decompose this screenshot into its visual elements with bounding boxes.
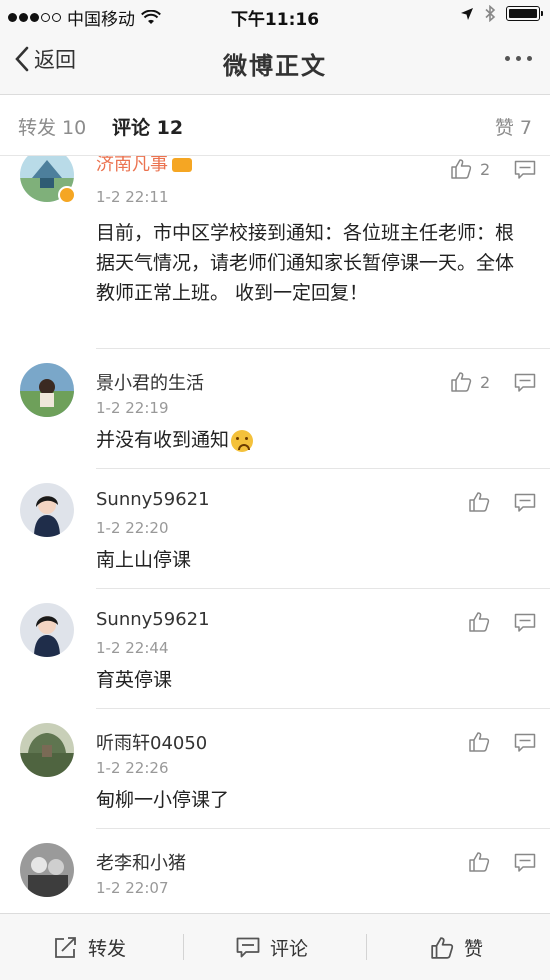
thumbs-up-icon	[469, 492, 490, 512]
comment-bubble-icon	[236, 937, 260, 957]
comment-like-button[interactable]	[468, 491, 490, 513]
comment-reply-button[interactable]	[514, 493, 536, 517]
thumbs-up-icon	[469, 732, 490, 752]
location-arrow-icon	[461, 7, 473, 20]
comment-time: 1-2 22:19	[96, 399, 169, 417]
comment-time: 1-2 22:44	[96, 639, 169, 657]
divider	[183, 934, 184, 960]
comment-author[interactable]: 听雨轩04050	[96, 729, 207, 755]
like-label: 赞	[464, 938, 484, 960]
comment-author[interactable]: 景小君的生活	[96, 369, 204, 395]
like-count: 2	[480, 159, 491, 179]
comment-author-name: 济南凡事	[96, 156, 168, 175]
verified-badge-icon	[58, 186, 76, 204]
tab-forward[interactable]: 转发 10	[18, 113, 86, 140]
comment-reply-button[interactable]	[514, 853, 536, 877]
comment-bubble-icon	[514, 493, 536, 512]
more-dot	[516, 56, 521, 61]
comment-reply-button[interactable]	[514, 733, 536, 757]
battery-icon	[506, 6, 543, 21]
comment-bubble-icon	[514, 733, 536, 752]
like-count: 2	[480, 372, 491, 392]
comment-bubble-icon	[514, 613, 536, 632]
more-dot	[527, 56, 532, 61]
comment-time: 1-2 22:20	[96, 519, 169, 537]
comment-list: 济南凡事 1-2 22:11 目前，市中区学校接到通知：各位班主任老师：根据天气…	[0, 156, 550, 913]
comment-author[interactable]: Sunny59621	[96, 609, 210, 630]
comment-author[interactable]: Sunny59621	[96, 489, 210, 510]
comment-like-button[interactable]	[468, 611, 490, 633]
tab-like[interactable]: 赞 7	[495, 113, 532, 140]
bottom-action-bar: 转发 评论 赞	[0, 913, 550, 980]
comment-bubble-icon	[514, 853, 536, 872]
avatar[interactable]	[20, 363, 74, 417]
comment-item: Sunny59621 1-2 22:20 南上山停课	[0, 469, 550, 589]
avatar[interactable]	[20, 843, 74, 897]
thumbs-up-icon	[469, 852, 490, 872]
avatar[interactable]	[20, 483, 74, 537]
comment-time: 1-2 22:11	[96, 188, 169, 206]
thumbs-up-icon	[431, 936, 454, 959]
status-bar: 中国移动 下午11:16	[0, 0, 550, 30]
nav-bar: 返回 微博正文	[0, 30, 550, 95]
avatar[interactable]	[20, 603, 74, 657]
tab-comment[interactable]: 评论 12	[112, 113, 183, 140]
comment-like-button[interactable]: 2	[450, 371, 490, 393]
comment-item: 景小君的生活 1-2 22:19 并没有收到通知 2	[0, 349, 550, 469]
avatar[interactable]	[20, 723, 74, 777]
like-button[interactable]: 赞	[430, 934, 483, 961]
comment-reply-button[interactable]	[514, 160, 536, 184]
comment-label: 评论	[270, 938, 309, 960]
comment-bubble-icon	[514, 160, 536, 179]
comment-item: 听雨轩04050 1-2 22:26 甸柳一小停课了	[0, 709, 550, 829]
comment-reply-button[interactable]	[514, 613, 536, 637]
comment-bubble-icon	[514, 373, 536, 392]
bluetooth-icon	[485, 5, 496, 22]
comment-author[interactable]: 老李和小猪	[96, 849, 186, 875]
comment-item: 老李和小猪 1-2 22:07	[0, 829, 550, 913]
comment-text: 南上山停课	[96, 549, 192, 571]
comment-text: 并没有收到通知	[96, 425, 520, 455]
comment-author[interactable]: 济南凡事	[96, 156, 192, 176]
comment-text-content: 并没有收到通知	[96, 429, 230, 451]
page-title: 微博正文	[223, 52, 327, 80]
comment-time: 1-2 22:07	[96, 879, 169, 897]
divider	[366, 934, 367, 960]
crying-face-icon	[231, 429, 254, 452]
thumbs-up-icon	[469, 612, 490, 632]
share-icon	[55, 936, 76, 958]
comment-item: Sunny59621 1-2 22:44 育英停课	[0, 589, 550, 709]
forward-button[interactable]: 转发	[54, 934, 126, 961]
comment-text: 甸柳一小停课了	[96, 789, 230, 811]
comment-like-button[interactable]	[468, 731, 490, 753]
thumbs-up-icon	[451, 372, 472, 392]
tab-bar: 转发 10 评论 12 赞 7	[0, 95, 550, 156]
comment-text: 目前，市中区学校接到通知：各位班主任老师：根据天气情况，请老师们通知家长暂停课一…	[96, 222, 515, 304]
fan-heart-icon	[172, 158, 192, 172]
comment-text: 育英停课	[96, 669, 173, 691]
comment-time: 1-2 22:26	[96, 759, 169, 777]
comment-button[interactable]: 评论	[236, 934, 308, 961]
thumbs-up-icon	[451, 159, 472, 179]
comment-like-button[interactable]: 2	[450, 158, 490, 180]
comment-reply-button[interactable]	[514, 373, 536, 397]
more-options-button[interactable]	[505, 56, 532, 61]
comment-item: 济南凡事 1-2 22:11 目前，市中区学校接到通知：各位班主任老师：根据天气…	[0, 156, 550, 349]
comment-like-button[interactable]	[468, 851, 490, 873]
more-dot	[505, 56, 510, 61]
forward-label: 转发	[88, 938, 127, 960]
status-right	[460, 5, 543, 22]
